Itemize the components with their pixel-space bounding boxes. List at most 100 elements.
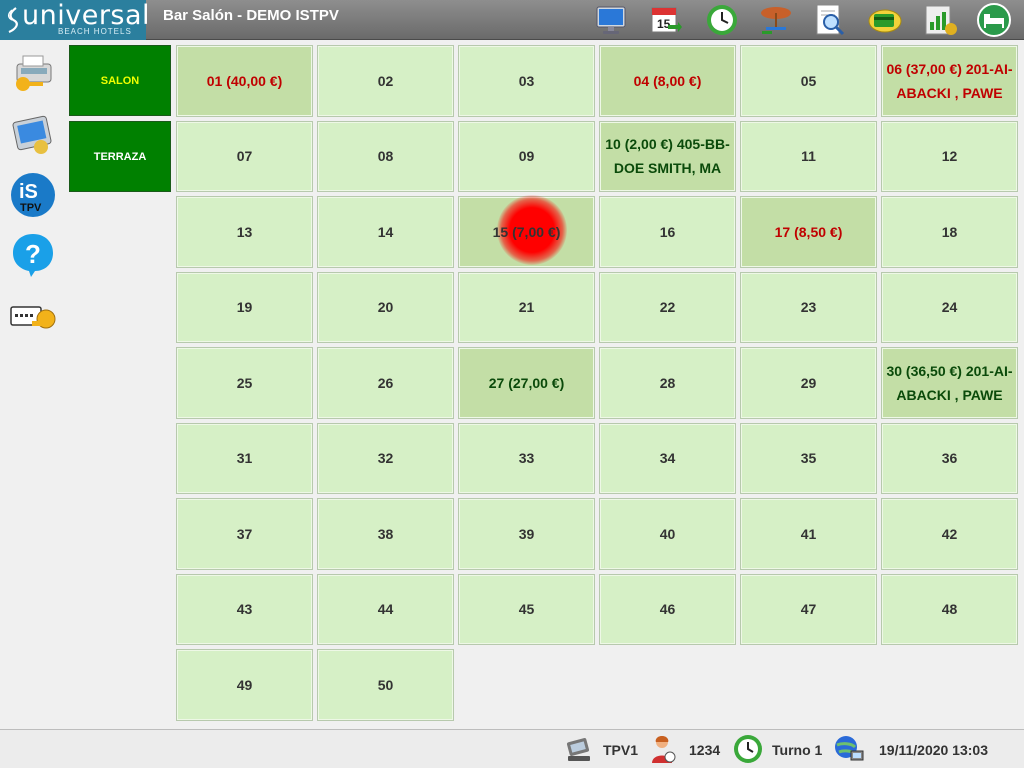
table-button[interactable]: 26 xyxy=(317,347,454,419)
table-label: 09 xyxy=(518,148,535,165)
table-button[interactable]: 04 (8,00 €) xyxy=(599,45,736,117)
istpv-logo-icon[interactable]: iS TPV xyxy=(8,172,58,218)
table-button[interactable]: 39 xyxy=(458,498,595,570)
table-button[interactable]: 31 xyxy=(176,422,313,494)
umbrella-table-icon[interactable] xyxy=(757,1,795,39)
table-label: 08 xyxy=(377,148,394,165)
table-button[interactable]: 40 xyxy=(599,498,736,570)
area-tab-salon[interactable]: SALON xyxy=(69,45,171,116)
payment-card-icon[interactable] xyxy=(866,1,904,39)
table-label: 14 xyxy=(377,223,394,240)
table-label: 46 xyxy=(659,601,676,618)
table-button[interactable]: 37 xyxy=(176,498,313,570)
table-label: 12 xyxy=(941,148,958,165)
area-tab-terraza[interactable]: TERRAZA xyxy=(69,121,171,192)
table-button[interactable]: 15 (7,00 €) xyxy=(458,194,595,268)
table-button[interactable]: 32 xyxy=(317,422,454,494)
table-button[interactable]: 34 xyxy=(599,422,736,494)
table-button[interactable]: 17 (8,50 €) xyxy=(740,196,877,268)
table-button[interactable]: 23 xyxy=(740,271,877,343)
istpv-top-text: iS xyxy=(19,181,38,203)
table-button[interactable]: 50 xyxy=(317,649,454,721)
table-label: 11 xyxy=(801,148,816,165)
table-label: 02 xyxy=(377,72,394,89)
table-label: 19 xyxy=(236,299,253,316)
table-button[interactable]: 11 xyxy=(740,120,877,192)
shift-clock-icon xyxy=(731,733,765,765)
search-document-icon[interactable] xyxy=(811,1,849,39)
table-button[interactable]: 45 xyxy=(458,573,595,645)
table-button[interactable]: 07 xyxy=(176,120,313,192)
table-button[interactable]: 12 xyxy=(881,120,1018,192)
table-button[interactable]: 08 xyxy=(317,120,454,192)
table-button[interactable]: 47 xyxy=(740,573,877,645)
clock-refresh-icon[interactable] xyxy=(703,1,741,39)
table-label: 37 xyxy=(236,525,253,542)
user-icon xyxy=(646,733,680,765)
table-button[interactable]: 22 xyxy=(599,271,736,343)
table-button[interactable]: 48 xyxy=(881,573,1018,645)
table-button[interactable]: 29 xyxy=(740,347,877,419)
table-button[interactable]: 05 xyxy=(740,45,877,117)
table-button[interactable]: 33 xyxy=(458,422,595,494)
table-grid: 01 (40,00 €) 02 03 04 (8,00 €) 05 06 (37,00 €… xyxy=(176,45,1018,721)
table-button[interactable]: 24 xyxy=(881,271,1018,343)
table-label: 07 xyxy=(236,148,253,165)
page-title: Bar Salón - DEMO ISTPV xyxy=(163,7,339,24)
table-button[interactable]: 20 xyxy=(317,271,454,343)
report-chart-icon[interactable] xyxy=(921,1,959,39)
table-label: 20 xyxy=(377,299,394,316)
table-button[interactable]: 09 xyxy=(458,120,595,192)
cash-register-icon[interactable] xyxy=(8,50,58,96)
area-tab-label: TERRAZA xyxy=(93,150,147,163)
table-button[interactable]: 42 xyxy=(881,498,1018,570)
table-label: 25 xyxy=(236,374,253,391)
table-button[interactable]: 46 xyxy=(599,573,736,645)
table-label: 35 xyxy=(800,450,817,467)
bed-exit-icon[interactable] xyxy=(975,1,1013,39)
table-label: 43 xyxy=(236,601,253,618)
table-label: 47 xyxy=(800,601,817,618)
table-label: 01 (40,00 €) xyxy=(206,72,283,89)
table-button[interactable]: 28 xyxy=(599,347,736,419)
table-button[interactable]: 02 xyxy=(317,45,454,117)
table-button[interactable]: 14 xyxy=(317,196,454,268)
table-button[interactable]: 13 xyxy=(176,196,313,268)
table-button[interactable]: 01 (40,00 €) xyxy=(176,45,313,117)
table-label: 36 xyxy=(941,450,958,467)
table-button[interactable]: 49 xyxy=(176,649,313,721)
key-card-icon[interactable] xyxy=(8,294,58,340)
table-label: 44 xyxy=(377,601,394,618)
help-icon[interactable]: ? xyxy=(8,232,58,278)
table-label: 17 (8,50 €) xyxy=(774,223,843,240)
network-icon xyxy=(832,733,866,765)
monitor-icon[interactable] xyxy=(592,1,630,39)
table-button[interactable]: 35 xyxy=(740,422,877,494)
table-button[interactable]: 38 xyxy=(317,498,454,570)
table-button[interactable]: 03 xyxy=(458,45,595,117)
terminal-icon[interactable] xyxy=(8,112,58,158)
table-button[interactable]: 16 xyxy=(599,196,736,268)
brand-logo: universal BEACH HOTELS xyxy=(0,0,150,40)
table-button[interactable]: 43 xyxy=(176,573,313,645)
table-button[interactable]: 30 (36,50 €) 201-AI-ABACKI , PAWE xyxy=(881,347,1018,419)
shift-label: Turno 1 xyxy=(772,741,823,758)
table-label: 41 xyxy=(800,525,817,542)
table-button[interactable]: 25 xyxy=(176,347,313,419)
table-button[interactable]: 18 xyxy=(881,196,1018,268)
table-button[interactable]: 06 (37,00 €) 201-AI-ABACKI , PAWE xyxy=(881,45,1018,117)
table-button[interactable]: 10 (2,00 €) 405-BB-DOE SMITH, MA xyxy=(599,120,736,192)
table-button[interactable]: 41 xyxy=(740,498,877,570)
table-button[interactable]: 27 (27,00 €) xyxy=(458,347,595,419)
table-button[interactable]: 36 xyxy=(881,422,1018,494)
table-label: 10 (2,00 €) 405-BB-DOE SMITH, MA xyxy=(605,136,730,177)
table-label: 24 xyxy=(941,299,958,316)
table-button[interactable]: 19 xyxy=(176,271,313,343)
table-label: 21 xyxy=(518,299,535,316)
calendar-icon[interactable]: 15 xyxy=(646,1,684,39)
table-button[interactable]: 21 xyxy=(458,271,595,343)
datetime-label: 19/11/2020 13:03 xyxy=(879,741,988,758)
table-label: 27 (27,00 €) xyxy=(488,374,565,391)
table-label: 03 xyxy=(518,72,535,89)
table-button[interactable]: 44 xyxy=(317,573,454,645)
